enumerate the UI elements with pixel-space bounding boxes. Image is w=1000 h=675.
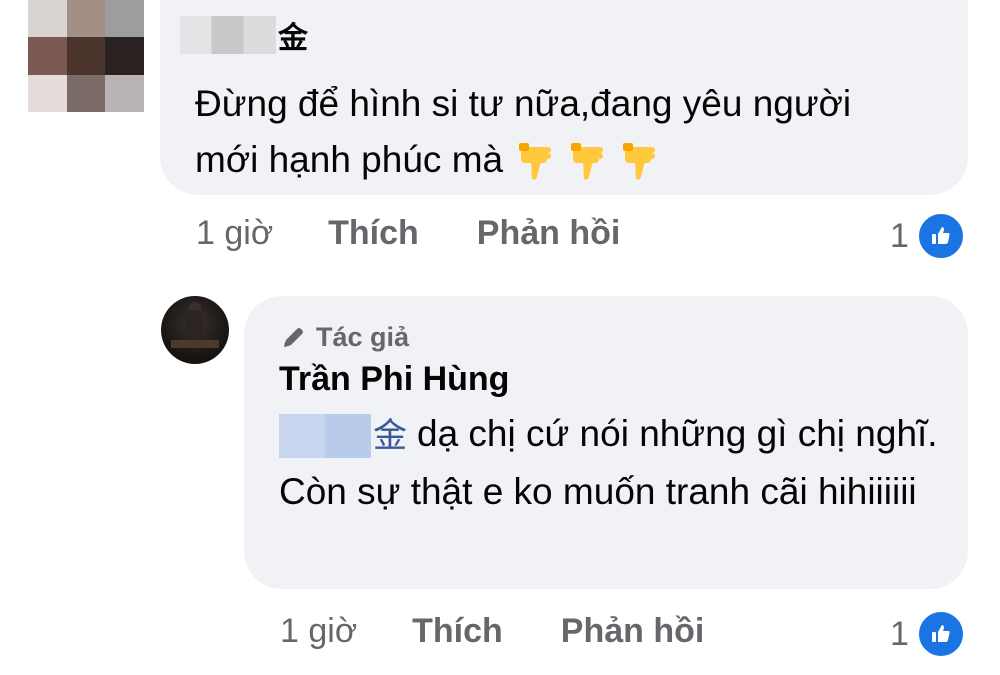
author-avatar[interactable] [161, 296, 229, 364]
commenter-name[interactable]: 金 [180, 14, 308, 56]
reply-timestamp[interactable]: 1 giờ [280, 612, 357, 651]
reaction-count: 1 [890, 216, 909, 255]
redacted-name-blur [180, 16, 276, 54]
reply-author-name[interactable]: Trần Phi Hùng [279, 360, 509, 399]
like-reaction-icon [916, 212, 965, 260]
pencil-icon [284, 327, 303, 347]
like-reaction-icon [916, 610, 965, 658]
author-badge: Tác giả [280, 322, 409, 353]
mention-suffix: 金 [373, 417, 407, 456]
thumbs-down-icon [569, 141, 607, 183]
thumbs-down-icon [621, 141, 659, 183]
comment-timestamp[interactable]: 1 giờ [196, 214, 273, 253]
reply-button[interactable]: Phản hồi [561, 612, 705, 651]
redacted-mention-blur [279, 414, 371, 459]
author-badge-label: Tác giả [316, 322, 410, 352]
reaction-summary[interactable]: 1 [890, 610, 965, 658]
like-button[interactable]: Thích [412, 612, 503, 651]
comment-actions: 1 giờ Thích Phản hồi [196, 214, 620, 253]
commenter-avatar[interactable] [28, 0, 144, 112]
reply-actions: 1 giờ Thích Phản hồi [280, 612, 704, 651]
mention-tag[interactable]: 金 [279, 408, 417, 464]
commenter-name-suffix: 金 [278, 22, 308, 55]
reaction-summary[interactable]: 1 [890, 212, 965, 260]
reply-text: 金 dạ chị cứ nói những gì chị nghĩ. Còn s… [279, 406, 959, 520]
comment-text: Đừng để hình si tư nữa,đang yêu người mớ… [195, 76, 915, 188]
thumbs-down-icon [517, 141, 555, 183]
reply-button[interactable]: Phản hồi [477, 214, 621, 253]
like-button[interactable]: Thích [328, 214, 419, 253]
reaction-count: 1 [890, 614, 909, 653]
